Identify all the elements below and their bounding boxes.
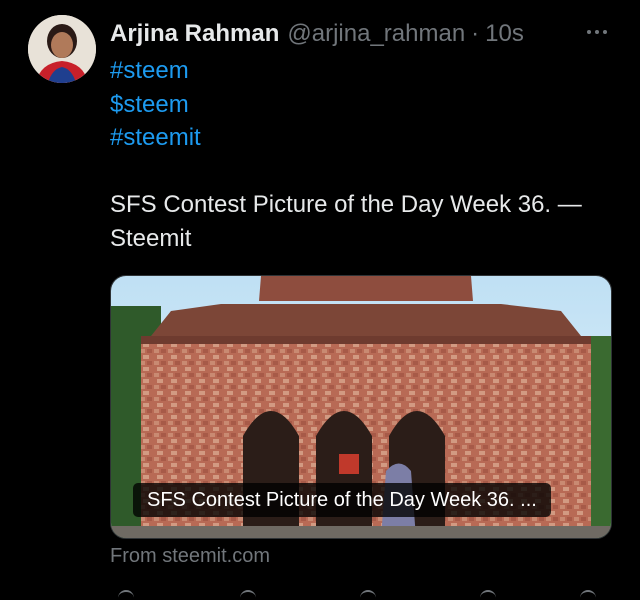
author-handle[interactable]: @arjina_rahman — [287, 20, 465, 48]
author-name[interactable]: Arjina Rahman — [110, 20, 279, 48]
views-icon[interactable] — [480, 590, 496, 600]
tweet-header: Arjina Rahman @arjina_rahman · 10s — [110, 18, 610, 50]
link-card-title: SFS Contest Picture of the Day Week 36. … — [133, 483, 551, 517]
hashtag-link[interactable]: #steem — [110, 54, 201, 88]
avatar-image — [28, 15, 96, 83]
cashtag-link[interactable]: $steem — [110, 88, 201, 122]
link-preview-card[interactable]: SFS Contest Picture of the Day Week 36. … — [110, 275, 612, 539]
separator-dot: · — [471, 20, 480, 47]
more-dot — [595, 30, 599, 34]
timestamp[interactable]: 10s — [485, 20, 524, 48]
more-dot — [587, 30, 591, 34]
share-icon[interactable] — [580, 590, 596, 600]
reply-icon[interactable] — [118, 590, 134, 600]
more-dot — [603, 30, 607, 34]
hashtag-link[interactable]: #steemit — [110, 121, 201, 155]
link-source[interactable]: From steemit.com — [110, 545, 270, 568]
tweet-action-bar — [110, 590, 610, 598]
more-options-icon[interactable] — [582, 20, 612, 44]
hashtag-list: #steem $steem #steemit — [110, 54, 201, 155]
tweet-text: SFS Contest Picture of the Day Week 36. … — [110, 191, 582, 252]
avatar[interactable] — [28, 15, 96, 83]
retweet-icon[interactable] — [240, 590, 256, 600]
like-icon[interactable] — [360, 590, 376, 600]
